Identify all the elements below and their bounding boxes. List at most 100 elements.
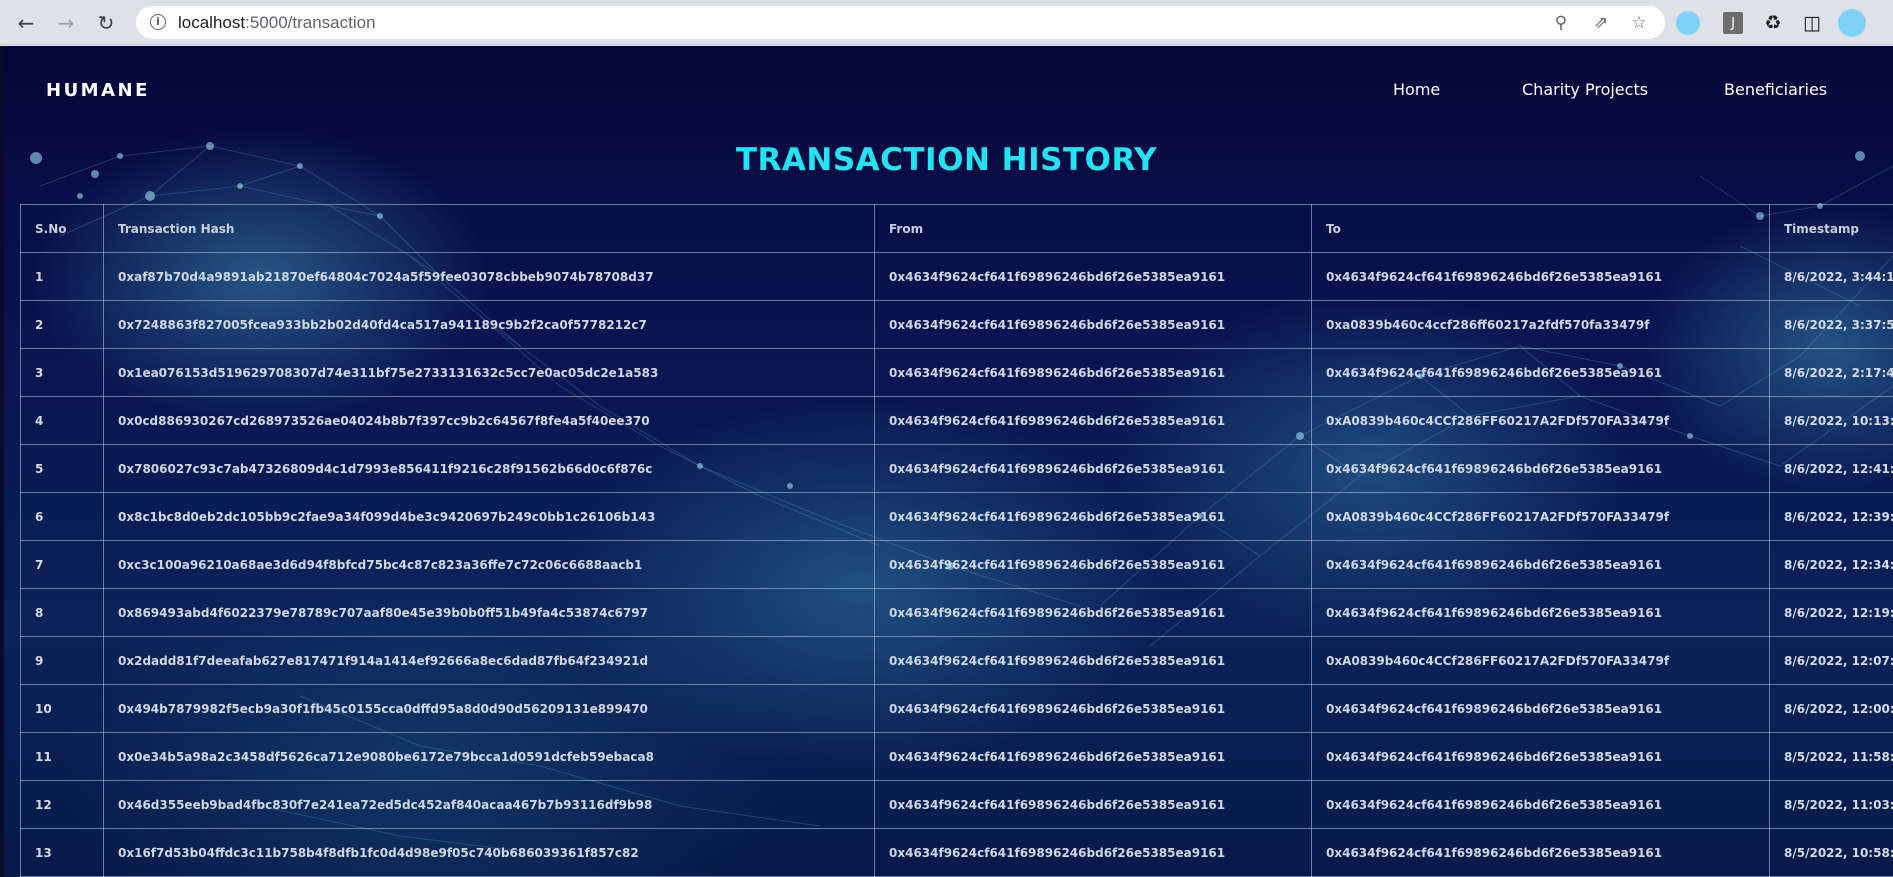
- cell-timestamp: 8/6/2022, 3:37:54 PM: [1769, 300, 1893, 349]
- cell-from-address: 0x4634f9624cf641f69896246bd6f26e5385ea91…: [874, 300, 1312, 349]
- cell-from-address: 0x4634f9624cf641f69896246bd6f26e5385ea91…: [874, 444, 1312, 493]
- cell-transaction-hash: 0x8c1bc8d0eb2dc105bb9c2fae9a34f099d4be3c…: [103, 492, 875, 541]
- cell-to-address: 0xA0839b460c4CCf286FF60217A2FDf570FA3347…: [1311, 636, 1770, 685]
- cell-to-address: 0xA0839b460c4CCf286FF60217A2FDf570FA3347…: [1311, 396, 1770, 445]
- cell-sno: 11: [20, 732, 104, 781]
- cell-to-address: 0x4634f9624cf641f69896246bd6f26e5385ea91…: [1311, 444, 1770, 493]
- back-arrow-icon[interactable]: ←: [12, 9, 40, 37]
- table-row: 12 0x46d355eeb9bad4fbc830f7e241ea72ed5dc4…: [20, 780, 1893, 829]
- cell-to-address: 0xA0839b460c4CCf286FF60217A2FDf570FA3347…: [1311, 492, 1770, 541]
- cell-timestamp: 8/6/2022, 12:34:45 AM: [1769, 540, 1893, 589]
- cell-sno: 2: [20, 300, 104, 349]
- extension-j-icon[interactable]: J: [1723, 12, 1743, 34]
- url-host: localhost: [178, 13, 246, 32]
- table-row: 8 0x869493abd4f6022379e78789c707aaf80e45e…: [20, 588, 1893, 637]
- url-path: :5000/transaction: [245, 13, 376, 32]
- table-row: 3 0x1ea076153d519629708307d74e311bf75e273…: [20, 348, 1893, 397]
- forward-arrow-icon[interactable]: →: [52, 9, 80, 37]
- browser-toolbar: ← → ↻ i localhost:5000/transaction ⚲ ⇗ ☆…: [0, 0, 1893, 45]
- column-header-to: To: [1311, 204, 1770, 253]
- cell-transaction-hash: 0xaf87b70d4a9891ab21870ef64804c7024a5f59…: [103, 252, 875, 301]
- cell-transaction-hash: 0x494b7879982f5ecb9a30f1fb45c0155cca0dff…: [103, 684, 875, 733]
- cell-to-address: 0x4634f9624cf641f69896246bd6f26e5385ea91…: [1311, 828, 1770, 877]
- cell-to-address: 0x4634f9624cf641f69896246bd6f26e5385ea91…: [1311, 588, 1770, 637]
- cell-transaction-hash: 0x16f7d53b04ffdc3c11b758b4f8dfb1fc0d4d98…: [103, 828, 875, 877]
- cell-to-address: 0x4634f9624cf641f69896246bd6f26e5385ea91…: [1311, 540, 1770, 589]
- cell-sno: 10: [20, 684, 104, 733]
- nav-link-charity-projects[interactable]: Charity Projects: [1522, 80, 1648, 99]
- cell-transaction-hash: 0x7248863f827005fcea933bb2b02d40fd4ca517…: [103, 300, 875, 349]
- table-row: 1 0xaf87b70d4a9891ab21870ef64804c7024a5f5…: [20, 252, 1893, 301]
- cell-from-address: 0x4634f9624cf641f69896246bd6f26e5385ea91…: [874, 636, 1312, 685]
- cell-sno: 8: [20, 588, 104, 637]
- cell-sno: 4: [20, 396, 104, 445]
- nav-link-beneficiaries[interactable]: Beneficiaries: [1724, 80, 1827, 99]
- cell-timestamp: 8/6/2022, 12:07:28 AM: [1769, 636, 1893, 685]
- cell-transaction-hash: 0x0e34b5a98a2c3458df5626ca712e9080be6172…: [103, 732, 875, 781]
- cell-transaction-hash: 0x46d355eeb9bad4fbc830f7e241ea72ed5dc452…: [103, 780, 875, 829]
- nav-link-home[interactable]: Home: [1393, 80, 1440, 99]
- column-header-sno: S.No: [20, 204, 104, 253]
- table-row: 10 0x494b7879982f5ecb9a30f1fb45c0155cca0d…: [20, 684, 1893, 733]
- table-row: 2 0x7248863f827005fcea933bb2b02d40fd4ca51…: [20, 300, 1893, 349]
- cell-from-address: 0x4634f9624cf641f69896246bd6f26e5385ea91…: [874, 396, 1312, 445]
- share-icon[interactable]: ⇗: [1591, 13, 1611, 33]
- url-text[interactable]: localhost:5000/transaction: [178, 13, 376, 33]
- cell-from-address: 0x4634f9624cf641f69896246bd6f26e5385ea91…: [874, 252, 1312, 301]
- cell-to-address: 0x4634f9624cf641f69896246bd6f26e5385ea91…: [1311, 252, 1770, 301]
- column-header-transaction-hash: Transaction Hash: [103, 204, 875, 253]
- cell-from-address: 0x4634f9624cf641f69896246bd6f26e5385ea91…: [874, 732, 1312, 781]
- cell-transaction-hash: 0xc3c100a96210a68ae3d6d94f8bfcd75bc4c87c…: [103, 540, 875, 589]
- site-brand-logo[interactable]: HUMANE: [46, 80, 150, 101]
- cell-sno: 13: [20, 828, 104, 877]
- cell-timestamp: 8/6/2022, 2:17:47 PM: [1769, 348, 1893, 397]
- cell-to-address: 0x4634f9624cf641f69896246bd6f26e5385ea91…: [1311, 780, 1770, 829]
- cell-transaction-hash: 0x2dadd81f7deeafab627e817471f914a1414ef9…: [103, 636, 875, 685]
- column-header-timestamp: Timestamp: [1769, 204, 1893, 253]
- cell-timestamp: 8/6/2022, 12:41:07 AM: [1769, 444, 1893, 493]
- cell-timestamp: 8/5/2022, 11:58:41 PM: [1769, 732, 1893, 781]
- cell-sno: 3: [20, 348, 104, 397]
- cell-transaction-hash: 0x0cd886930267cd268973526ae04024b8b7f397…: [103, 396, 875, 445]
- cell-transaction-hash: 0x869493abd4f6022379e78789c707aaf80e45e3…: [103, 588, 875, 637]
- cell-to-address: 0x4634f9624cf641f69896246bd6f26e5385ea91…: [1311, 732, 1770, 781]
- cell-timestamp: 8/6/2022, 12:19:08 AM: [1769, 588, 1893, 637]
- cell-timestamp: 8/6/2022, 10:13:37 AM: [1769, 396, 1893, 445]
- cell-to-address: 0x4634f9624cf641f69896246bd6f26e5385ea91…: [1311, 348, 1770, 397]
- cell-sno: 6: [20, 492, 104, 541]
- cell-from-address: 0x4634f9624cf641f69896246bd6f26e5385ea91…: [874, 492, 1312, 541]
- transaction-table-body: 1 0xaf87b70d4a9891ab21870ef64804c7024a5f5…: [20, 252, 1893, 877]
- zoom-icon[interactable]: ⚲: [1551, 13, 1571, 33]
- table-row: 6 0x8c1bc8d0eb2dc105bb9c2fae9a34f099d4be3…: [20, 492, 1893, 541]
- bookmark-star-icon[interactable]: ☆: [1629, 13, 1649, 33]
- page-body: HUMANE Home Charity Projects Beneficiari…: [0, 46, 1893, 877]
- cell-transaction-hash: 0x1ea076153d519629708307d74e311bf75e2733…: [103, 348, 875, 397]
- cell-timestamp: 8/5/2022, 11:03:26 PM: [1769, 780, 1893, 829]
- table-row: 9 0x2dadd81f7deeafab627e817471f914a1414ef…: [20, 636, 1893, 685]
- cell-timestamp: 8/6/2022, 12:00:25 AM: [1769, 684, 1893, 733]
- profile-avatar-icon[interactable]: [1838, 9, 1866, 37]
- reload-icon[interactable]: ↻: [92, 9, 120, 37]
- cell-from-address: 0x4634f9624cf641f69896246bd6f26e5385ea91…: [874, 684, 1312, 733]
- side-panel-icon[interactable]: ◫: [1800, 11, 1824, 35]
- cell-from-address: 0x4634f9624cf641f69896246bd6f26e5385ea91…: [874, 828, 1312, 877]
- cell-to-address: 0x4634f9624cf641f69896246bd6f26e5385ea91…: [1311, 684, 1770, 733]
- page-title: TRANSACTION HISTORY: [735, 142, 1158, 178]
- cell-sno: 7: [20, 540, 104, 589]
- cell-transaction-hash: 0x7806027c93c7ab47326809d4c1d7993e856411…: [103, 444, 875, 493]
- cell-sno: 5: [20, 444, 104, 493]
- table-row: 13 0x16f7d53b04ffdc3c11b758b4f8dfb1fc0d4d…: [20, 828, 1893, 877]
- address-bar[interactable]: i localhost:5000/transaction ⚲ ⇗ ☆: [136, 6, 1665, 39]
- column-header-from: From: [874, 204, 1312, 253]
- site-info-icon[interactable]: i: [150, 14, 166, 30]
- cell-from-address: 0x4634f9624cf641f69896246bd6f26e5385ea91…: [874, 588, 1312, 637]
- cell-sno: 12: [20, 780, 104, 829]
- table-row: 5 0x7806027c93c7ab47326809d4c1d7993e85641…: [20, 444, 1893, 493]
- cell-from-address: 0x4634f9624cf641f69896246bd6f26e5385ea91…: [874, 540, 1312, 589]
- cell-timestamp: 8/5/2022, 10:58:00 PM: [1769, 828, 1893, 877]
- extensions-puzzle-icon[interactable]: ♻: [1761, 11, 1785, 35]
- extension-circle-icon[interactable]: [1676, 11, 1700, 35]
- cell-from-address: 0x4634f9624cf641f69896246bd6f26e5385ea91…: [874, 780, 1312, 829]
- cell-from-address: 0x4634f9624cf641f69896246bd6f26e5385ea91…: [874, 348, 1312, 397]
- cell-to-address: 0xa0839b460c4ccf286ff60217a2fdf570fa3347…: [1311, 300, 1770, 349]
